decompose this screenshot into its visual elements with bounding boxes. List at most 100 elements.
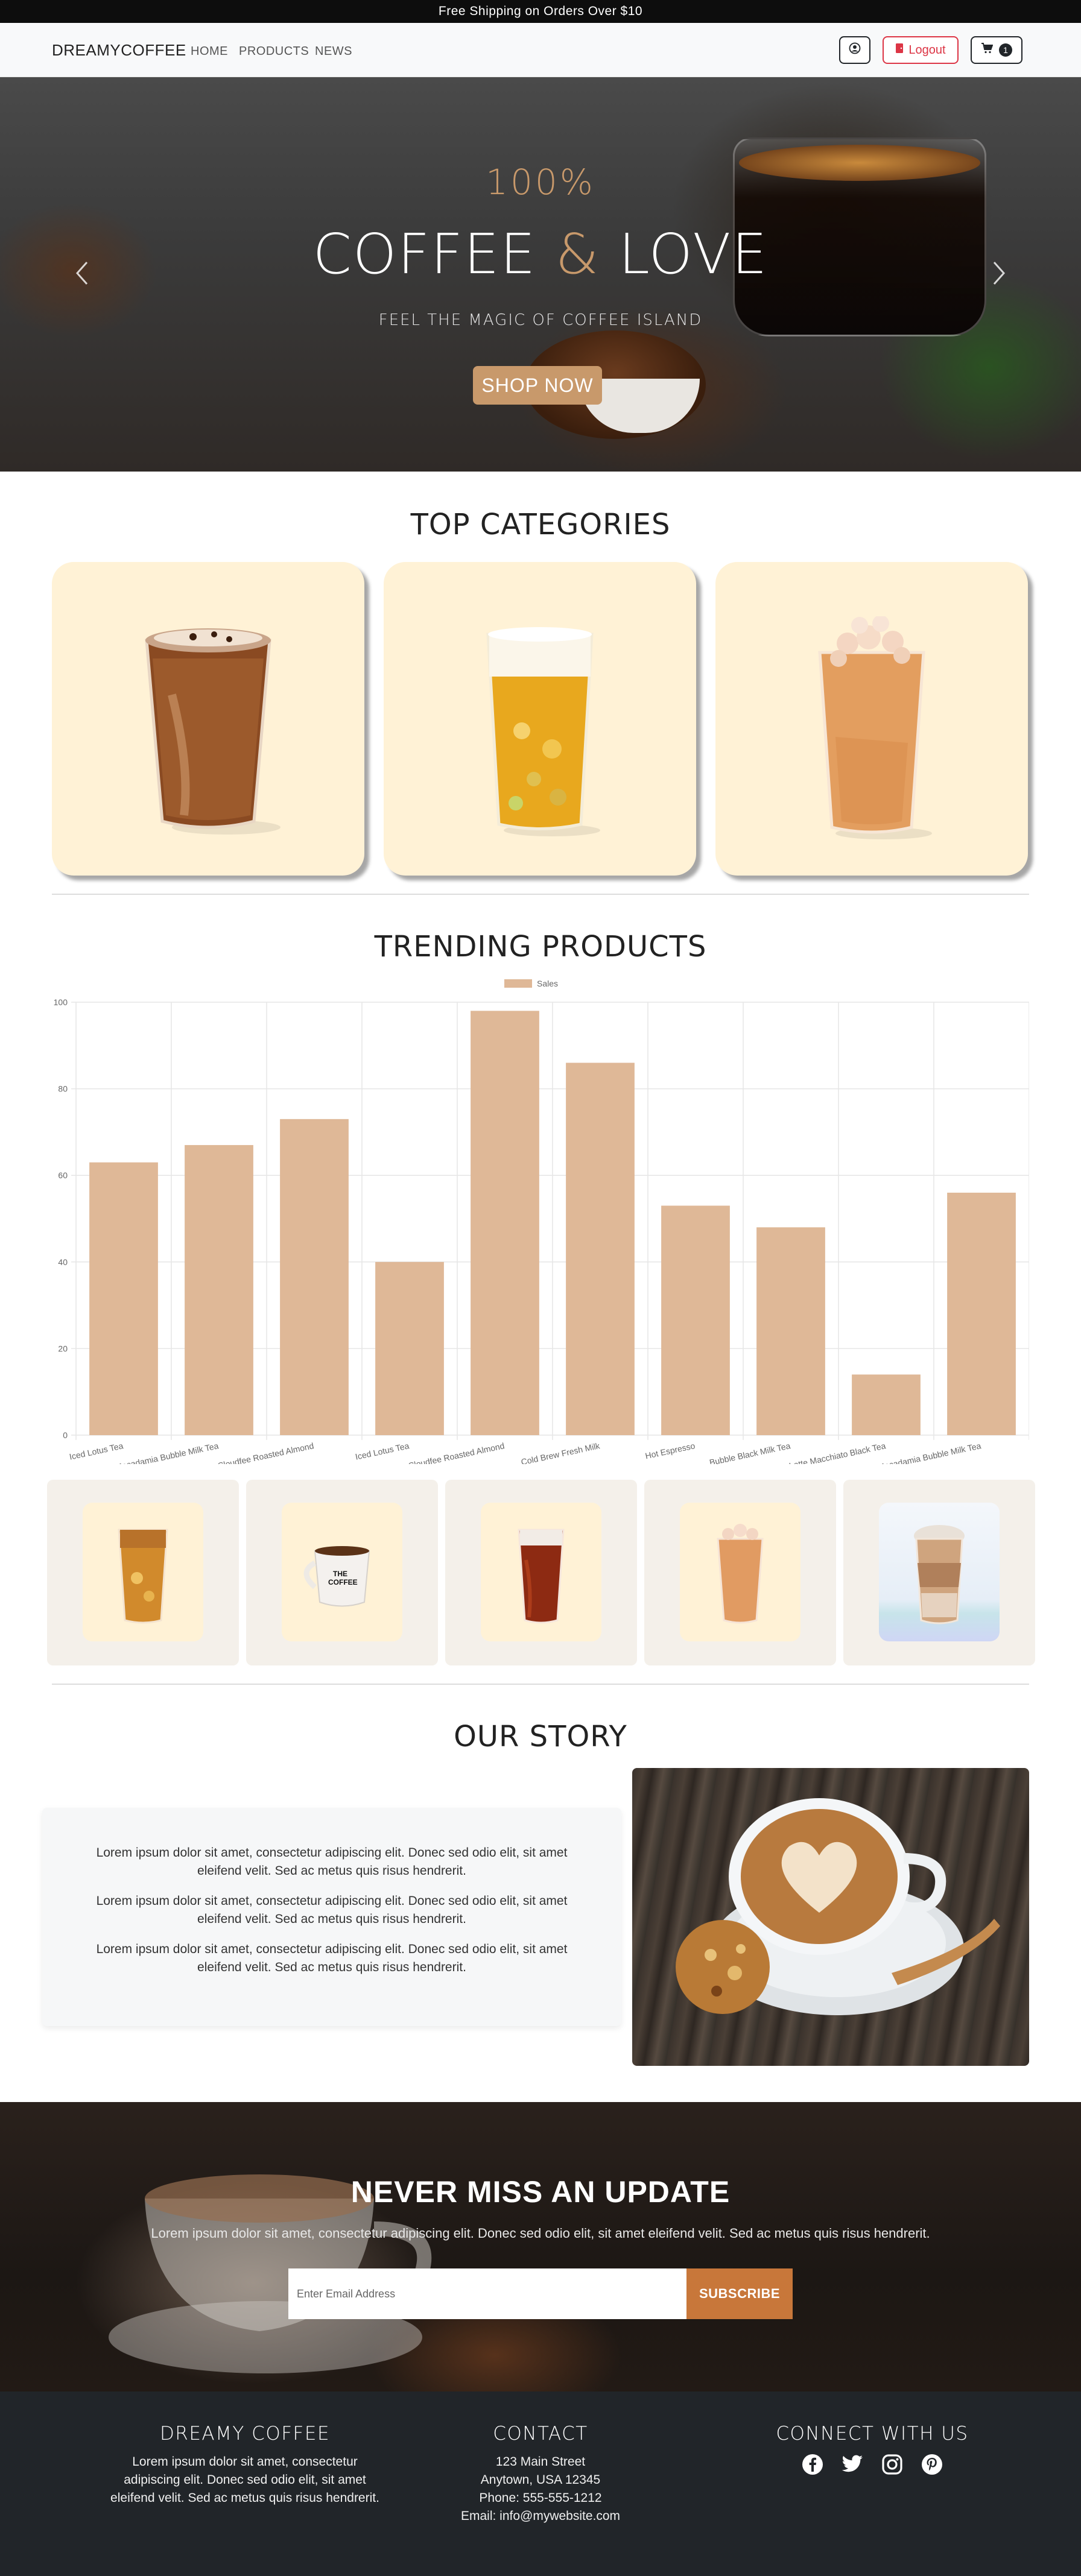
footer-contact-title: CONTACT — [493, 2423, 588, 2445]
logout-label: Logout — [908, 43, 946, 57]
chart-bar — [89, 1162, 158, 1435]
chart-y-tick: 20 — [58, 1343, 68, 1353]
iced-tea-image — [486, 627, 600, 836]
chart-bar — [280, 1119, 349, 1435]
product-image-frame — [879, 1503, 1000, 1641]
chart-x-tick: Hot Espresso — [644, 1441, 696, 1460]
chart-y-tick: 0 — [63, 1430, 68, 1440]
brand-logo[interactable]: DREAMYCOFFEE — [52, 41, 186, 60]
chart-bar — [852, 1374, 921, 1435]
product-image-frame — [481, 1503, 601, 1641]
footer-address-line1: 123 Main Street — [495, 2455, 586, 2469]
chevron-right-icon — [992, 258, 1006, 294]
story-title: OUR STORY — [454, 1720, 627, 1754]
footer-address-line2: Anytown, USA 12345 — [480, 2473, 601, 2487]
category-card[interactable] — [52, 562, 364, 876]
product-card[interactable]: THE COFFEE — [246, 1480, 438, 1665]
navbar: DREAMYCOFFEE HOME PRODUCTS NEWS Logout 1 — [0, 23, 1081, 77]
product-card[interactable] — [445, 1480, 637, 1665]
hero-title-left: COFFEE — [312, 222, 537, 286]
chart-x-tick: Cloudfee Roasted Almond — [217, 1441, 314, 1464]
email-input[interactable] — [288, 2268, 686, 2319]
footer-email[interactable]: Email: info@mywebsite.com — [372, 2507, 709, 2525]
carousel-next-button[interactable] — [987, 258, 1011, 294]
chart-legend-swatch — [504, 979, 532, 988]
cart-button[interactable]: 1 — [971, 36, 1022, 64]
footer-about: DREAMY COFFEE Lorem ipsum dolor sit amet… — [106, 2423, 384, 2507]
chart-y-tick: 60 — [58, 1170, 68, 1180]
announcement-text: Free Shipping on Orders Over $10 — [438, 4, 643, 18]
hero-title-right: LOVE — [618, 222, 769, 286]
chart-x-tick: Bubble Black Milk Tea — [709, 1441, 791, 1464]
subscribe-button[interactable]: SUBSCRIBE — [686, 2268, 793, 2319]
chart-x-tick: Iced Lotus Tea — [68, 1441, 124, 1462]
nav-link-home[interactable]: HOME — [191, 45, 228, 58]
chart-bar — [661, 1205, 730, 1435]
chart-bar — [375, 1261, 444, 1435]
chart-x-tick: Cloudfee Roasted Almond — [407, 1441, 505, 1464]
footer-social: CONNECT WITH US — [703, 2423, 1041, 2476]
announcement-bar: Free Shipping on Orders Over $10 — [0, 0, 1081, 23]
chart-x-tick: Macadamia Bubble Milk Tea — [114, 1441, 220, 1464]
footer-social-title: CONNECT WITH US — [776, 2423, 969, 2445]
newsletter-text: Lorem ipsum dolor sit amet, consectetur … — [151, 2226, 930, 2241]
product-card[interactable] — [644, 1480, 836, 1665]
trending-title: TRENDING PRODUCTS — [374, 930, 707, 964]
twitter-icon[interactable] — [841, 2453, 864, 2476]
bubble-milk-tea-image — [717, 1524, 764, 1624]
chart-x-tick: Latte Macchiato Black Tea — [788, 1441, 887, 1464]
chart-bar — [185, 1144, 253, 1435]
user-circle-icon — [849, 42, 861, 58]
footer: DREAMY COFFEE Lorem ipsum dolor sit amet… — [0, 2391, 1081, 2576]
carousel-prev-button[interactable] — [70, 258, 94, 294]
product-image-frame — [680, 1503, 800, 1641]
cold-brew-image — [518, 1529, 565, 1624]
story-paragraph: Lorem ipsum dolor sit amet, consectetur … — [96, 1894, 568, 1926]
chart-bar — [947, 1192, 1016, 1435]
product-image-frame: THE COFFEE — [282, 1503, 402, 1641]
shop-now-button[interactable]: SHOP NOW — [473, 366, 602, 405]
category-card[interactable] — [715, 562, 1028, 876]
chart-bar — [756, 1227, 825, 1435]
nav-link-news[interactable]: NEWS — [315, 45, 352, 58]
iced-coffee-image — [145, 628, 281, 835]
product-card[interactable] — [843, 1480, 1035, 1665]
categories-title: TOP CATEGORIES — [410, 508, 671, 541]
section-divider — [52, 894, 1029, 895]
chart-x-tick: Iced Lotus Tea — [354, 1441, 410, 1462]
hero-carousel: 100% COFFEE & LOVE FEEL THE MAGIC OF COF… — [0, 77, 1081, 472]
milk-tea-image — [818, 616, 932, 839]
chart-legend-label: Sales — [537, 979, 558, 988]
svg-text:THE: THE — [333, 1570, 347, 1578]
footer-contact: CONTACT 123 Main Street Anytown, USA 123… — [372, 2423, 709, 2525]
logout-button[interactable]: Logout — [883, 36, 959, 64]
category-card[interactable] — [384, 562, 696, 876]
chart-y-tick: 40 — [58, 1257, 68, 1267]
latte-art-image — [632, 1768, 1029, 2066]
hero-title-amp: & — [555, 222, 600, 286]
iced-lotus-tea-image — [118, 1529, 168, 1624]
nav-link-products[interactable]: PRODUCTS — [239, 45, 309, 58]
footer-about-text: Lorem ipsum dolor sit amet, consectetur … — [110, 2455, 379, 2505]
story-paragraph: Lorem ipsum dolor sit amet, consectetur … — [96, 1942, 568, 1974]
story-paragraph: Lorem ipsum dolor sit amet, consectetur … — [96, 1846, 568, 1878]
instagram-icon[interactable] — [881, 2453, 904, 2476]
pinterest-icon[interactable] — [921, 2453, 943, 2476]
facebook-icon[interactable] — [801, 2453, 824, 2476]
hero-subtitle: FEEL THE MAGIC OF COFFEE ISLAND — [378, 311, 703, 329]
hero-eyebrow: 100% — [486, 162, 595, 203]
cart-icon — [981, 43, 994, 57]
account-button[interactable] — [839, 36, 870, 64]
product-card[interactable] — [47, 1480, 239, 1665]
hero-title: COFFEE & LOVE — [0, 222, 1081, 286]
chevron-left-icon — [75, 258, 89, 294]
logout-icon — [895, 43, 904, 57]
newsletter-title: NEVER MISS AN UPDATE — [350, 2175, 731, 2209]
chart-bar — [471, 1011, 539, 1435]
sales-chart-svg: Sales020406080100Iced Lotus TeaMacadamia… — [54, 979, 1030, 1472]
footer-phone: Phone: 555-555-1212 — [479, 2491, 602, 2505]
coffee-mug-image: THE COFFEE — [303, 1546, 370, 1607]
story-text-box: Lorem ipsum dolor sit amet, consectetur … — [42, 1808, 621, 2026]
sales-chart: Sales 0 20 40 60 80 100 Iced Lotus Tea Macadamia… — [52, 977, 1030, 1472]
macadamia-milk-tea-image — [914, 1525, 965, 1624]
